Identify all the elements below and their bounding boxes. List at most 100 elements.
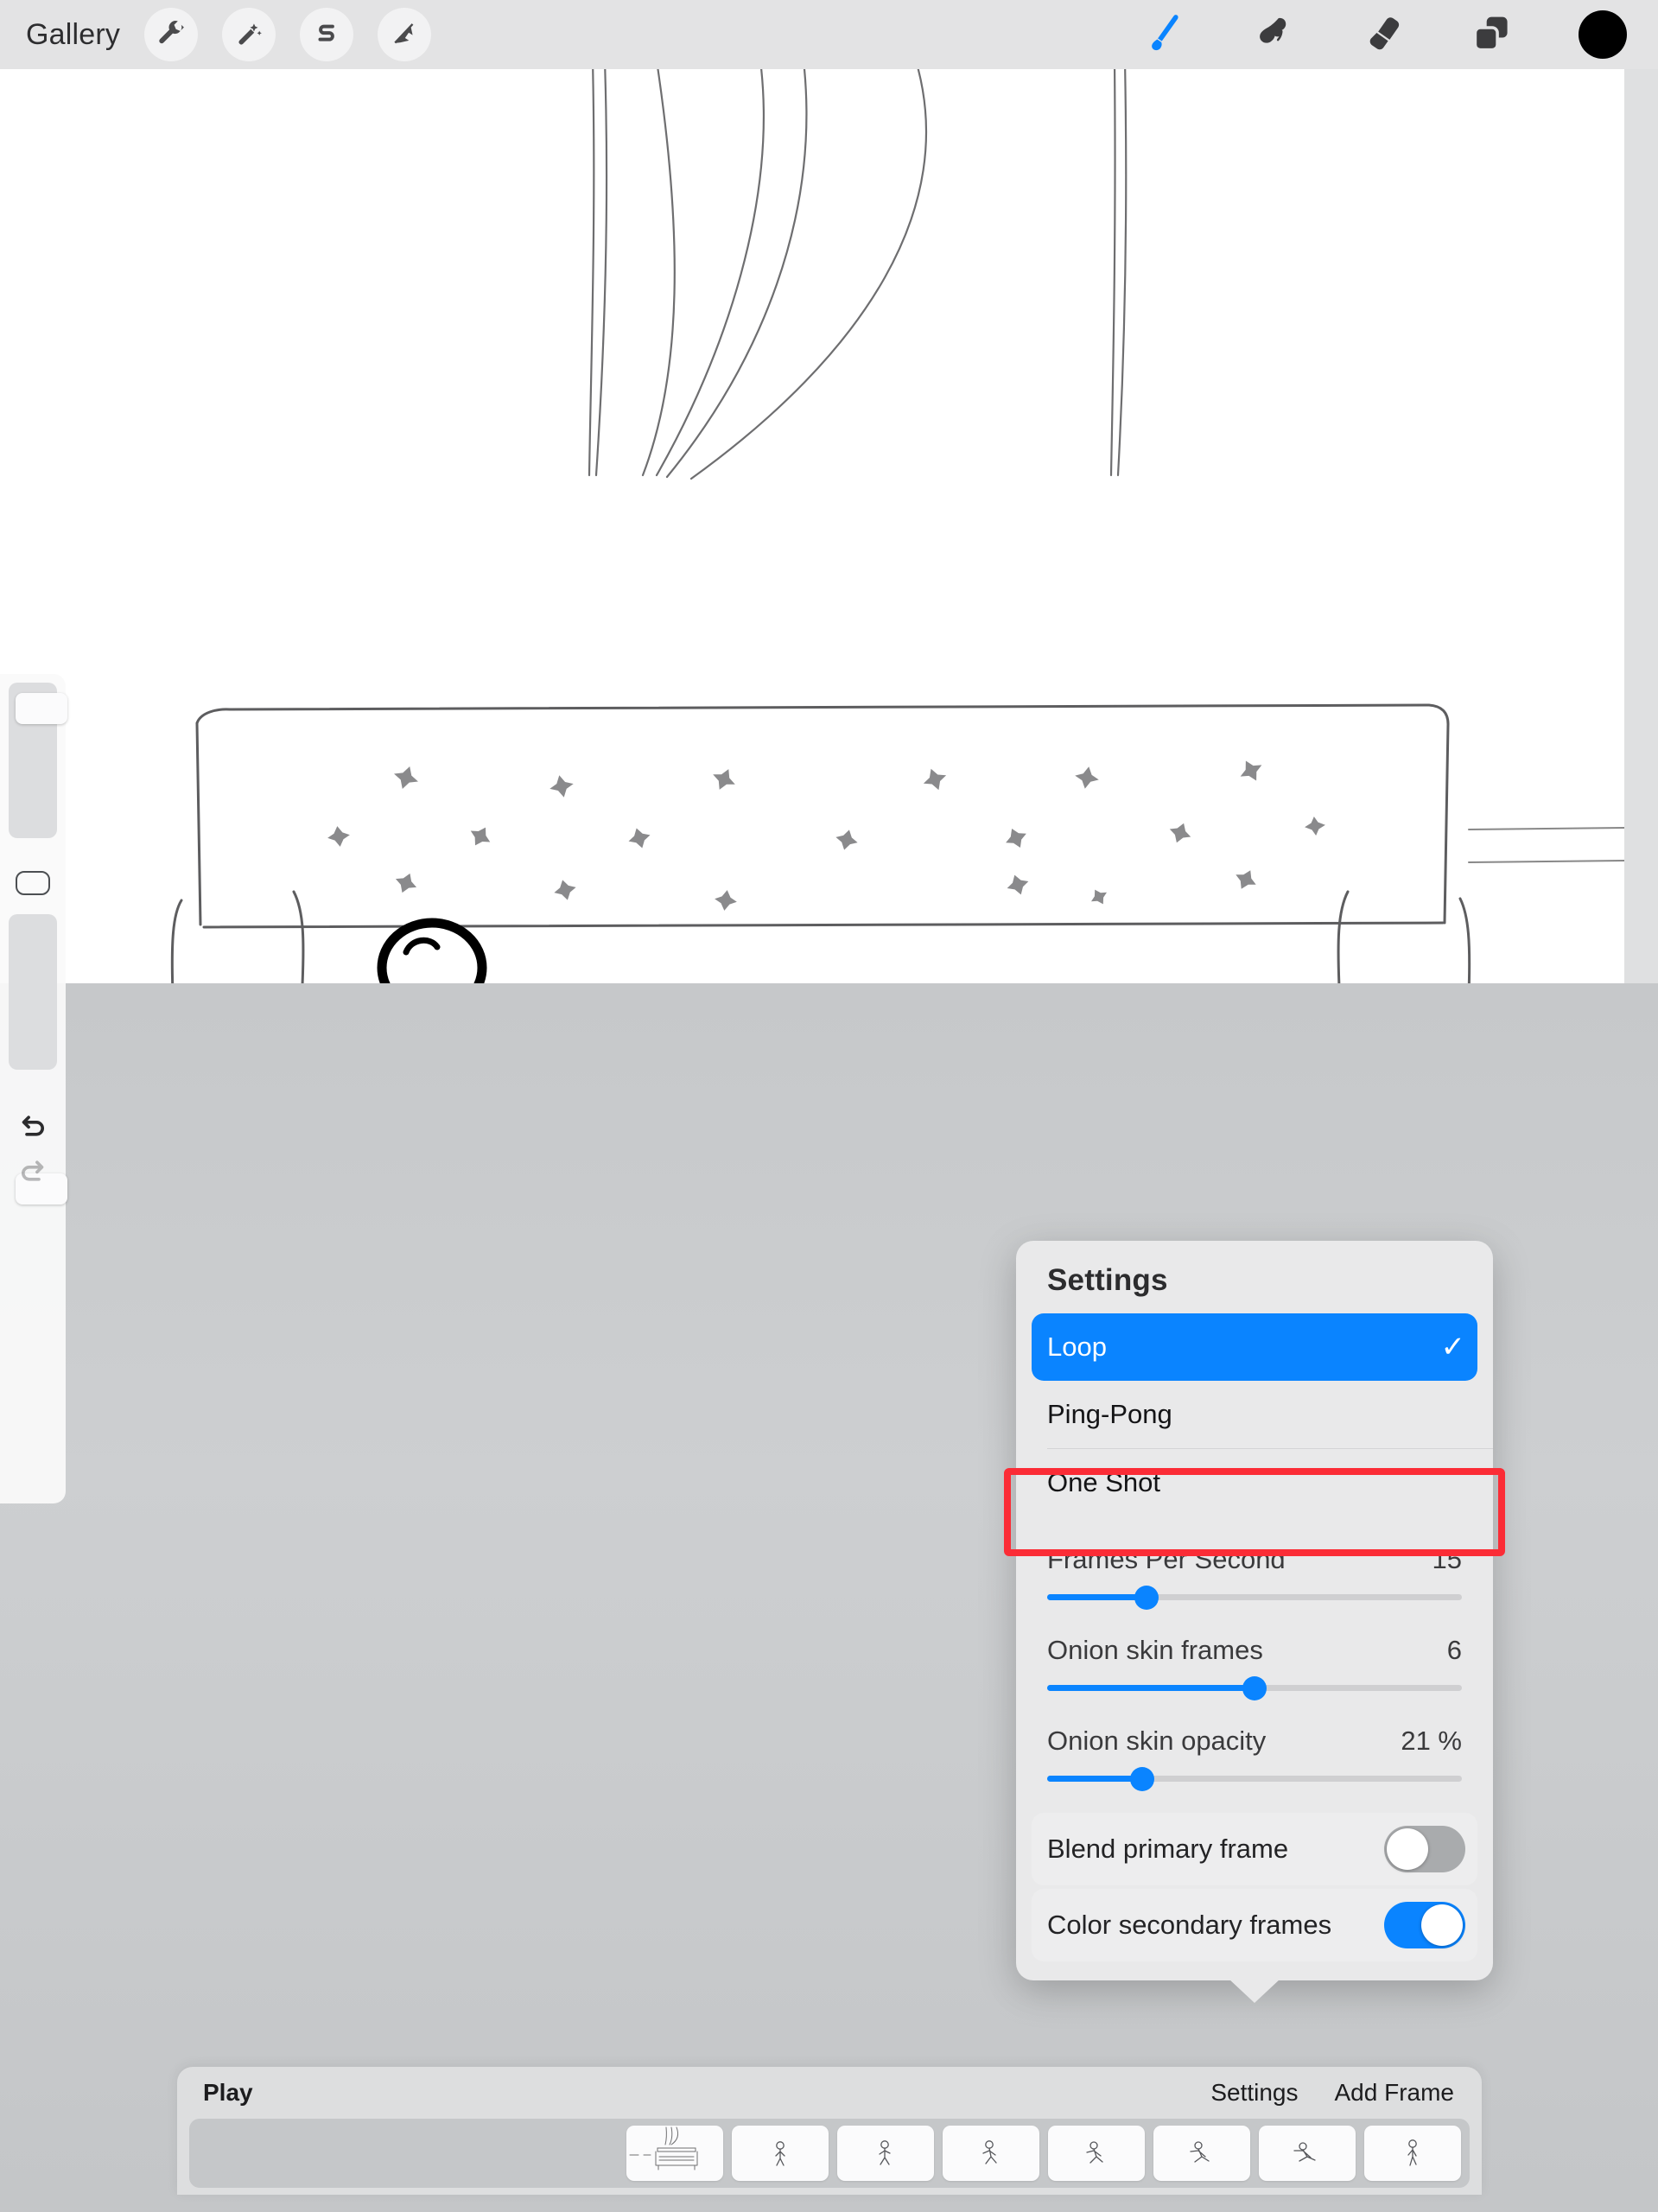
top-toolbar-right-group: [1079, 10, 1658, 59]
wrench-glyph: [156, 20, 186, 49]
undo-arrow-icon: [18, 1114, 48, 1138]
couch-pattern-motifs: [326, 755, 1326, 912]
playback-mode-loop-label: Loop: [1047, 1332, 1107, 1363]
adjustments-wand-icon[interactable]: [222, 8, 276, 61]
onion-frames-slider-knob[interactable]: [1242, 1676, 1267, 1700]
color-swatch-button[interactable]: [1579, 10, 1627, 59]
brush-glyph: [1147, 13, 1185, 56]
layers-glyph: [1471, 15, 1511, 54]
brush-size-thumb[interactable]: [16, 693, 67, 724]
selection-glyph: [314, 22, 340, 48]
frame-5-preview: [1048, 2126, 1145, 2181]
layers-icon[interactable]: [1471, 15, 1511, 54]
redo-arrow-icon: [18, 1159, 48, 1183]
transform-arrow-icon[interactable]: [378, 8, 431, 61]
frames-per-second-slider[interactable]: [1047, 1594, 1462, 1600]
add-frame-button[interactable]: Add Frame: [1335, 2079, 1455, 2107]
fps-slider-fill: [1047, 1594, 1147, 1600]
magic-wand-glyph: [234, 20, 264, 49]
playback-mode-one-shot-label: One Shot: [1047, 1467, 1160, 1498]
playback-mode-ping-pong[interactable]: Ping-Pong: [1016, 1381, 1493, 1448]
loop-check-icon: ✓: [1441, 1332, 1466, 1362]
playback-mode-ping-pong-label: Ping-Pong: [1047, 1399, 1172, 1430]
frame-2-preview: [732, 2126, 829, 2181]
paint-brush-icon[interactable]: [1147, 13, 1185, 56]
eraser-icon[interactable]: [1361, 16, 1404, 54]
left-sidebar: [0, 674, 66, 1503]
timeline-header: Play Settings Add Frame: [177, 2067, 1482, 2119]
blend-primary-frame-label: Blend primary frame: [1047, 1834, 1288, 1865]
color-secondary-frames-knob: [1421, 1904, 1463, 1946]
playback-mode-loop[interactable]: Loop ✓: [1032, 1313, 1477, 1381]
frame-thumbnail-3[interactable]: [837, 2126, 934, 2181]
modify-button[interactable]: [16, 871, 50, 895]
color-secondary-frames-toggle[interactable]: [1384, 1902, 1465, 1948]
actions-wrench-icon[interactable]: [144, 8, 198, 61]
frame-thumbnail-2[interactable]: [732, 2126, 829, 2181]
fps-slider-knob[interactable]: [1134, 1586, 1159, 1610]
timeline-settings-button[interactable]: Settings: [1210, 2079, 1298, 2107]
blend-primary-frame-knob: [1387, 1828, 1428, 1870]
onion-opacity-slider-knob[interactable]: [1130, 1767, 1154, 1791]
frame-4-preview: [943, 2126, 1039, 2181]
brush-size-slider[interactable]: [9, 683, 57, 838]
frame-6-preview: [1153, 2126, 1250, 2181]
toggles-group-gap: [1016, 1801, 1493, 1813]
animation-timeline: Play Settings Add Frame: [177, 2067, 1482, 2195]
redo-button[interactable]: [10, 1151, 55, 1191]
drawing-canvas[interactable]: [0, 69, 1624, 983]
frame-8-preview: [1364, 2126, 1461, 2181]
plant-strokes: [589, 69, 1126, 479]
eraser-glyph: [1361, 16, 1404, 54]
frame-thumbnail-1[interactable]: [626, 2126, 723, 2181]
frame-7-preview: [1259, 2126, 1356, 2181]
opacity-slider[interactable]: [9, 914, 57, 1070]
top-toolbar: Gallery: [0, 0, 1658, 69]
stick-figure-primary: [370, 923, 518, 983]
undo-button[interactable]: [10, 1106, 55, 1146]
canvas-right-margin: [1624, 69, 1658, 983]
frames-per-second-value: 15: [1432, 1544, 1462, 1575]
onion-skin-frames-value: 6: [1447, 1635, 1462, 1666]
onion-skin-frames-row[interactable]: Onion skin frames 6: [1016, 1619, 1493, 1710]
frame-thumbnail-8[interactable]: [1364, 2126, 1461, 2181]
frames-per-second-row[interactable]: Frames Per Second 15: [1016, 1529, 1493, 1619]
fps-row-head: Frames Per Second 15: [1047, 1544, 1462, 1575]
gallery-button[interactable]: Gallery: [26, 18, 120, 52]
frames-strip[interactable]: [189, 2119, 1470, 2188]
playback-mode-one-shot[interactable]: One Shot: [1016, 1449, 1493, 1516]
arrow-glyph: [391, 21, 418, 48]
onion-skin-frames-slider[interactable]: [1047, 1685, 1462, 1691]
color-secondary-frames-label: Color secondary frames: [1047, 1910, 1331, 1941]
selection-s-icon[interactable]: [300, 8, 353, 61]
onion-skin-opacity-label: Onion skin opacity: [1047, 1726, 1266, 1757]
smudge-glyph: [1252, 15, 1293, 54]
frames-per-second-label: Frames Per Second: [1047, 1544, 1286, 1575]
onion-skin-opacity-value: 21 %: [1401, 1726, 1462, 1757]
onion-opacity-row-head: Onion skin opacity 21 %: [1047, 1726, 1462, 1757]
onion-opacity-slider-fill: [1047, 1776, 1142, 1782]
blend-primary-frame-toggle[interactable]: [1384, 1826, 1465, 1872]
onion-frames-slider-fill: [1047, 1685, 1255, 1691]
artwork-sketch: [0, 69, 1624, 983]
smudge-icon[interactable]: [1252, 15, 1293, 54]
frame-thumbnail-6[interactable]: [1153, 2126, 1250, 2181]
play-button[interactable]: Play: [203, 2079, 253, 2107]
animation-settings-popover: Settings Loop ✓ Ping-Pong One Shot Frame…: [1016, 1241, 1493, 1980]
timeline-actions: Settings Add Frame: [1210, 2079, 1454, 2107]
frame-thumbnail-7[interactable]: [1259, 2126, 1356, 2181]
onion-skin-opacity-slider[interactable]: [1047, 1776, 1462, 1782]
popover-bottom-pad: [1016, 1961, 1493, 1980]
frame-thumbnail-4[interactable]: [943, 2126, 1039, 2181]
couch-outline: [169, 705, 1471, 983]
frame-thumbnail-5[interactable]: [1048, 2126, 1145, 2181]
onion-frames-row-head: Onion skin frames 6: [1047, 1635, 1462, 1666]
onion-skin-opacity-row[interactable]: Onion skin opacity 21 %: [1016, 1710, 1493, 1801]
onion-skin-frames-label: Onion skin frames: [1047, 1635, 1263, 1666]
blend-primary-frame-row[interactable]: Blend primary frame: [1032, 1813, 1477, 1885]
frame-1-preview: [626, 2126, 723, 2181]
settings-panel-title: Settings: [1016, 1241, 1493, 1313]
frame-3-preview: [837, 2126, 934, 2181]
settings-group-gap: [1016, 1516, 1493, 1529]
color-secondary-frames-row[interactable]: Color secondary frames: [1032, 1889, 1477, 1961]
